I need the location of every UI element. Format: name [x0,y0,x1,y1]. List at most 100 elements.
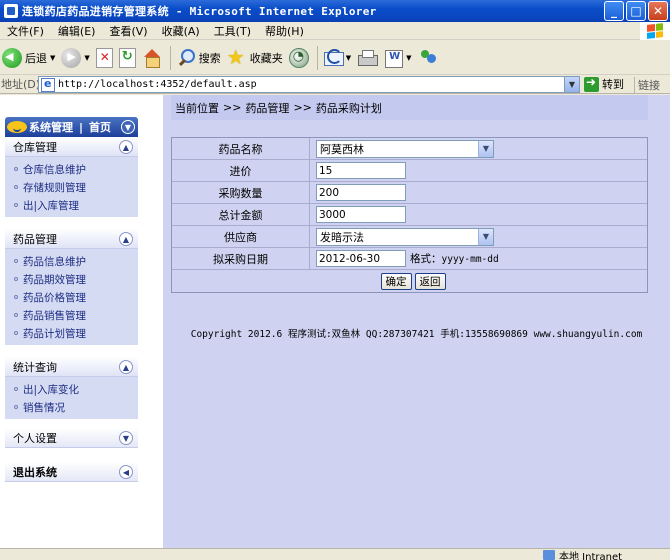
sidebar-item[interactable]: 药品信息维护 [5,252,138,270]
purchase-form: 药品名称 阿莫西林 ▼ 进价 15 采购数量 200 总计金额 3000 供应商 … [171,137,648,293]
address-input[interactable]: http://localhost:4352/default.asp ▼ [38,76,580,93]
go-button[interactable]: 转到 [584,75,624,92]
main-panel: 当前位置 >> 药品管理 >> 药品采购计划 药品名称 阿莫西林 ▼ 进价 15 … [163,95,670,548]
close-button[interactable]: ✕ [648,1,668,21]
sidebar-group-header[interactable]: 统计查询 ▲ [5,357,138,377]
form-row-supplier: 供应商 发暗示法 ▼ [172,226,647,248]
stop-button[interactable] [95,47,113,68]
supplier-select[interactable]: 发暗示法 ▼ [316,227,494,246]
sidebar-item[interactable]: 销售情况 [5,398,138,416]
edit-icon [383,48,404,68]
sidebar-item[interactable]: 药品期效管理 [5,270,138,288]
menu-file[interactable]: 文件(F) [0,23,51,39]
sidebar-group-header[interactable]: 个人设置 ▼ [5,428,138,448]
chevron-down-icon[interactable]: ▼ [119,431,133,445]
sidebar-item[interactable]: 仓库信息维护 [5,160,138,178]
menu-tools[interactable]: 工具(T) [207,23,258,39]
sidebar-group-header[interactable]: 退出系统 ◀ [5,462,138,482]
address-url[interactable]: http://localhost:4352/default.asp [58,79,257,90]
sidebar-group-body: 仓库信息维护 存储规则管理 出|入库管理 [5,157,138,217]
date-format-hint: 格式：yyyy-mm-dd [410,251,499,266]
breadcrumb-level2: 药品采购计划 [315,101,382,115]
sidebar-group-title: 个人设置 [13,431,57,445]
browser-toolbar: 后退 ▼ ▼ 搜索 收藏夹 ▼ ▼ [0,41,670,75]
security-zone: 本地 Intranet [543,549,622,560]
back-label: 后退 [25,51,47,65]
menu-edit[interactable]: 编辑(E) [51,23,103,39]
date-format-value: yyyy-mm-dd [441,254,499,265]
drug-name-selected: 阿莫西林 [320,142,364,156]
media-button[interactable] [288,47,309,68]
breadcrumb-level1: 药品管理 [245,101,290,115]
minimize-button[interactable]: _ [604,1,624,21]
address-dropdown-icon[interactable]: ▼ [564,77,579,92]
back-dropdown-icon[interactable]: ▼ [50,54,55,62]
windows-logo-icon [640,22,670,40]
forward-button[interactable]: ▼ [61,47,90,68]
chevron-down-icon[interactable]: ▼ [478,228,493,245]
system-logo-icon [7,119,29,135]
chevron-up-icon[interactable]: ▲ [119,140,133,154]
sidebar-item-label: 仓库信息维护 [23,163,86,176]
links-button[interactable]: 链接 [634,77,660,93]
breadcrumb-current: 当前位置 [175,101,219,115]
date-label: 拟采购日期 [172,248,310,269]
drug-name-select[interactable]: 阿莫西林 ▼ [316,139,494,158]
chevron-left-icon[interactable]: ◀ [119,465,133,479]
home-icon [142,48,162,68]
back-return-button[interactable]: 返回 [414,272,446,290]
form-row-total: 总计金额 3000 [172,204,647,226]
menu-favorites[interactable]: 收藏(A) [155,23,207,39]
sidebar-group-header[interactable]: 仓库管理 ▲ [5,137,138,157]
sidebar-group-title: 药品管理 [13,232,57,246]
date-input[interactable]: 2012-06-30 [316,250,406,267]
quantity-input[interactable]: 200 [316,184,406,201]
chevron-down-icon[interactable]: ▼ [478,140,493,157]
bullet-icon [14,295,18,299]
search-button[interactable]: 搜索 [176,48,221,68]
menu-view[interactable]: 查看(V) [102,23,154,39]
search-icon [176,48,196,68]
window-title: 连锁药店药品进销存管理系统 - Microsoft Internet Explo… [22,5,377,18]
ie-app-icon [4,4,18,18]
sidebar-item[interactable]: 药品计划管理 [5,324,138,342]
chevron-up-icon[interactable]: ▲ [119,360,133,374]
total-input[interactable]: 3000 [316,206,406,223]
chevron-down-icon[interactable]: ▼ [121,120,135,134]
refresh-button[interactable] [118,47,136,68]
drug-name-label: 药品名称 [172,138,310,159]
back-button[interactable]: 后退 ▼ [2,47,55,68]
price-input[interactable]: 15 [316,162,406,179]
menu-help[interactable]: 帮助(H) [258,23,311,39]
sidebar-item[interactable]: 药品价格管理 [5,288,138,306]
confirm-button[interactable]: 确定 [380,272,412,290]
sidebar-home-link[interactable]: 首页 [89,119,111,135]
forward-icon [61,47,82,68]
mail-dropdown-icon[interactable]: ▼ [346,54,351,62]
sidebar-item[interactable]: 出|入库管理 [5,196,138,214]
menu-bar: 文件(F) 编辑(E) 查看(V) 收藏(A) 工具(T) 帮助(H) [0,22,670,40]
sidebar-group-header[interactable]: 药品管理 ▲ [5,229,138,249]
forward-dropdown-icon[interactable]: ▼ [84,54,89,62]
sidebar-item-label: 药品期效管理 [23,273,86,286]
chevron-up-icon[interactable]: ▲ [119,232,133,246]
sidebar-divider: | [79,120,84,134]
sidebar-item[interactable]: 出|入库变化 [5,380,138,398]
maximize-button[interactable]: □ [626,1,646,21]
favorites-label: 收藏夹 [249,51,283,65]
messenger-button[interactable] [418,48,438,68]
go-arrow-icon [584,75,599,92]
bullet-icon [14,185,18,189]
print-button[interactable] [357,48,379,68]
form-row-drug-name: 药品名称 阿莫西林 ▼ [172,138,647,160]
favorites-button[interactable]: 收藏夹 [227,45,283,69]
mail-button[interactable]: ▼ [323,48,351,68]
breadcrumb-separator: >> [223,101,242,114]
mail-icon [323,48,344,68]
sidebar-item[interactable]: 存储规则管理 [5,178,138,196]
edit-button[interactable]: ▼ [383,48,412,68]
home-button[interactable] [142,48,162,68]
edit-dropdown-icon[interactable]: ▼ [406,54,411,62]
price-label: 进价 [172,160,310,181]
sidebar-item[interactable]: 药品销售管理 [5,306,138,324]
